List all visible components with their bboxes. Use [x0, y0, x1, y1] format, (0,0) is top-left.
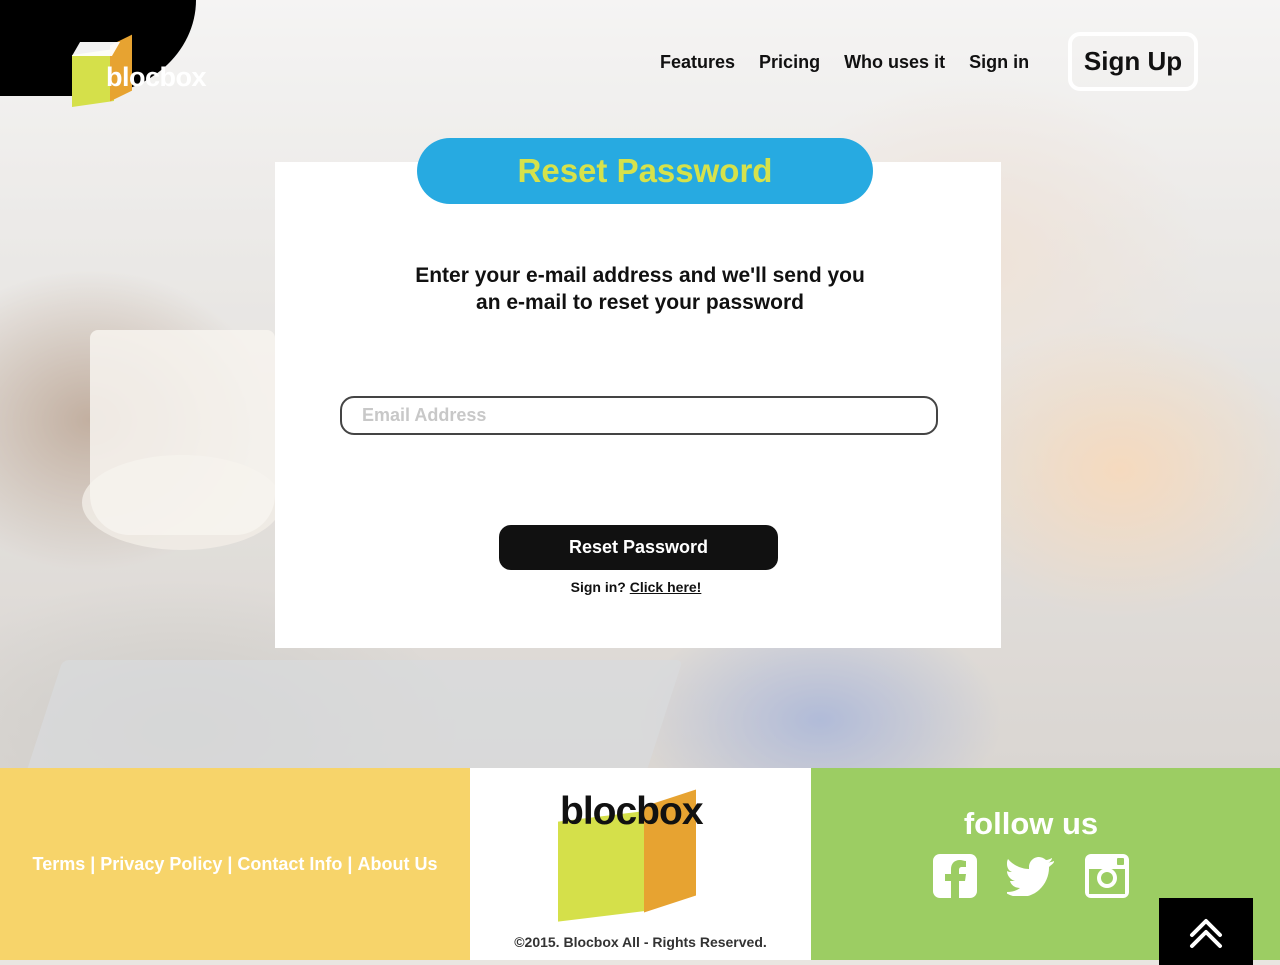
reset-password-button[interactable]: Reset Password [499, 525, 778, 570]
footer-logo-text: blocbox [560, 790, 704, 833]
facebook-icon[interactable] [931, 852, 979, 900]
copyright-text: ©2015. Blocbox All - Rights Reserved. [514, 934, 767, 950]
footer-brand-panel: blocbox ©2015. Blocbox All - Rights Rese… [470, 768, 811, 960]
instagram-icon[interactable] [1083, 852, 1131, 900]
footer-link-about-us[interactable]: About Us [357, 854, 437, 874]
back-to-top-button[interactable] [1159, 898, 1253, 965]
footer-links-panel: Terms | Privacy Policy | Contact Info | About … [0, 768, 470, 960]
footer-separator: | [227, 853, 233, 874]
nav-pricing[interactable]: Pricing [759, 52, 820, 73]
footer-link-privacy-policy[interactable]: Privacy Policy [100, 854, 222, 874]
instructions-line-1: Enter your e-mail address and we'll send… [415, 264, 865, 287]
sign-in-prompt: Sign in? Click here! [499, 579, 773, 595]
footer-separator: | [347, 853, 353, 874]
footer-link-terms[interactable]: Terms [33, 854, 86, 874]
nav-sign-in[interactable]: Sign in [969, 52, 1029, 73]
footer-separator: | [90, 853, 96, 874]
sign-up-button[interactable]: Sign Up [1068, 32, 1198, 91]
main-nav: Features Pricing Who uses it Sign in [660, 48, 1053, 76]
footer-links: Terms | Privacy Policy | Contact Info | About … [33, 854, 438, 875]
follow-us-label: follow us [963, 806, 1099, 841]
sign-in-link[interactable]: Click here! [630, 579, 702, 595]
social-icons [931, 852, 1131, 900]
header-logo[interactable]: blocbox [71, 34, 232, 107]
twitter-icon[interactable] [1007, 852, 1055, 900]
double-chevron-up-icon [1190, 918, 1222, 948]
email-field[interactable] [340, 396, 938, 435]
instructions-line-2: an e-mail to reset your password [476, 291, 804, 314]
logo-text: blocbox [106, 62, 207, 92]
sign-in-prompt-label: Sign in? [570, 579, 626, 595]
nav-features[interactable]: Features [660, 52, 735, 73]
instructions-text: Enter your e-mail address and we'll send… [330, 262, 950, 316]
page-title: Reset Password [417, 138, 873, 204]
nav-who-uses-it[interactable]: Who uses it [844, 52, 945, 73]
footer-link-contact-info[interactable]: Contact Info [237, 854, 342, 874]
